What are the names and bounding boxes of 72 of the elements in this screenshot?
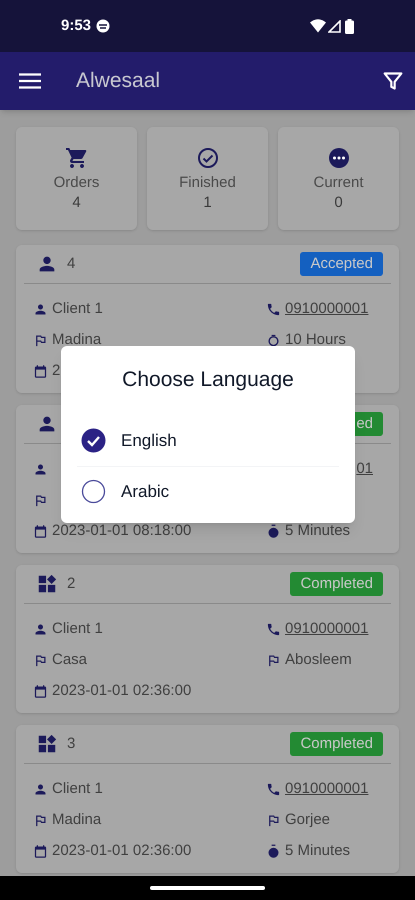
- stat-label: Orders: [54, 172, 100, 193]
- detail-text: 5 Minutes: [285, 841, 350, 862]
- order-number: 3: [67, 734, 76, 754]
- detail-text: 10 Hours: [285, 330, 346, 350]
- more-icon: [326, 146, 350, 170]
- flag-icon: [266, 813, 281, 828]
- order-number: 4: [67, 254, 76, 274]
- phone-number[interactable]: 0910000001: [285, 298, 368, 321]
- timer-icon: [266, 333, 281, 348]
- flag-icon: [33, 333, 48, 348]
- person-icon: [33, 302, 48, 317]
- dialog-title: Choose Language: [121, 367, 295, 393]
- detail-text: Gorjee: [285, 810, 330, 830]
- check-circle-icon: [196, 146, 220, 170]
- widgets-icon: [36, 573, 58, 595]
- order-number: 2: [67, 574, 76, 594]
- phone-number[interactable]: 0910000001: [285, 618, 368, 641]
- wifi-icon: [310, 19, 326, 33]
- stat-value: 0: [334, 194, 343, 214]
- detail-text: Client 1: [52, 779, 103, 800]
- detail-text: 5 Minutes: [285, 521, 350, 542]
- order-card[interactable]: 2 Completed Client 1 0910000001 Casa Abosleem 2023-01-01 02:36:00: [16, 565, 399, 713]
- status-badge: Completed: [290, 572, 383, 596]
- language-option[interactable]: Arabic: [121, 478, 170, 504]
- phone-number[interactable]: 0910000001: [285, 778, 368, 801]
- flag-icon: [266, 653, 281, 668]
- language-option[interactable]: English: [121, 428, 177, 454]
- person-icon: [33, 782, 48, 797]
- calendar-icon: [33, 524, 48, 539]
- stopwatch-icon: [266, 844, 281, 859]
- detail-text: 2023-01-01 02:36:00: [52, 681, 192, 702]
- home-handle[interactable]: [150, 886, 265, 890]
- flag-icon: [33, 813, 48, 828]
- calendar-icon: [33, 684, 48, 699]
- battery-icon: [345, 18, 354, 34]
- flag-icon: [33, 653, 48, 668]
- status-badge: Completed: [290, 732, 383, 756]
- app-title: Alwesaal: [76, 68, 162, 94]
- person-icon: [33, 462, 48, 477]
- phone-icon: [266, 622, 281, 637]
- stat-label: Current: [313, 172, 364, 193]
- filter-icon[interactable]: [383, 71, 403, 91]
- person-icon: [33, 622, 48, 637]
- phone-number[interactable]: 01: [356, 458, 373, 481]
- flag-icon: [33, 493, 48, 508]
- signal-icon: [328, 20, 341, 32]
- menu-icon[interactable]: [19, 73, 41, 89]
- calendar-icon: [33, 844, 48, 859]
- phone-icon: [266, 782, 281, 797]
- widgets-icon: [36, 733, 58, 755]
- detail-text: 2: [52, 361, 60, 382]
- detail-text: Madina: [52, 330, 102, 350]
- cart-icon: [64, 146, 88, 170]
- stat-value: 4: [72, 194, 81, 214]
- radio-checked-icon[interactable]: [81, 428, 106, 453]
- detail-text: Client 1: [52, 299, 103, 320]
- notification-icon: [96, 19, 110, 33]
- detail-text: 2023-01-01 08:18:00: [52, 521, 192, 542]
- detail-text: Madina: [52, 810, 102, 830]
- detail-text: 2023-01-01 02:36:00: [52, 841, 192, 862]
- order-card[interactable]: 3 Completed Client 1 0910000001 Madina Gorjee 2023-01-01 02:36:00 5 Minutes: [16, 725, 399, 873]
- detail-text: Abosleem: [285, 650, 352, 670]
- stat-label: Finished: [179, 172, 236, 193]
- clock-time: 9:53: [61, 16, 92, 36]
- status-badge: Accepted: [300, 252, 383, 276]
- stat-value: 1: [203, 194, 212, 214]
- radio-icon[interactable]: [81, 479, 106, 504]
- calendar-icon: [33, 364, 48, 379]
- detail-text: Client 1: [52, 619, 103, 640]
- detail-text: Casa: [52, 650, 88, 670]
- stopwatch-icon: [266, 524, 281, 539]
- phone-icon: [266, 302, 281, 317]
